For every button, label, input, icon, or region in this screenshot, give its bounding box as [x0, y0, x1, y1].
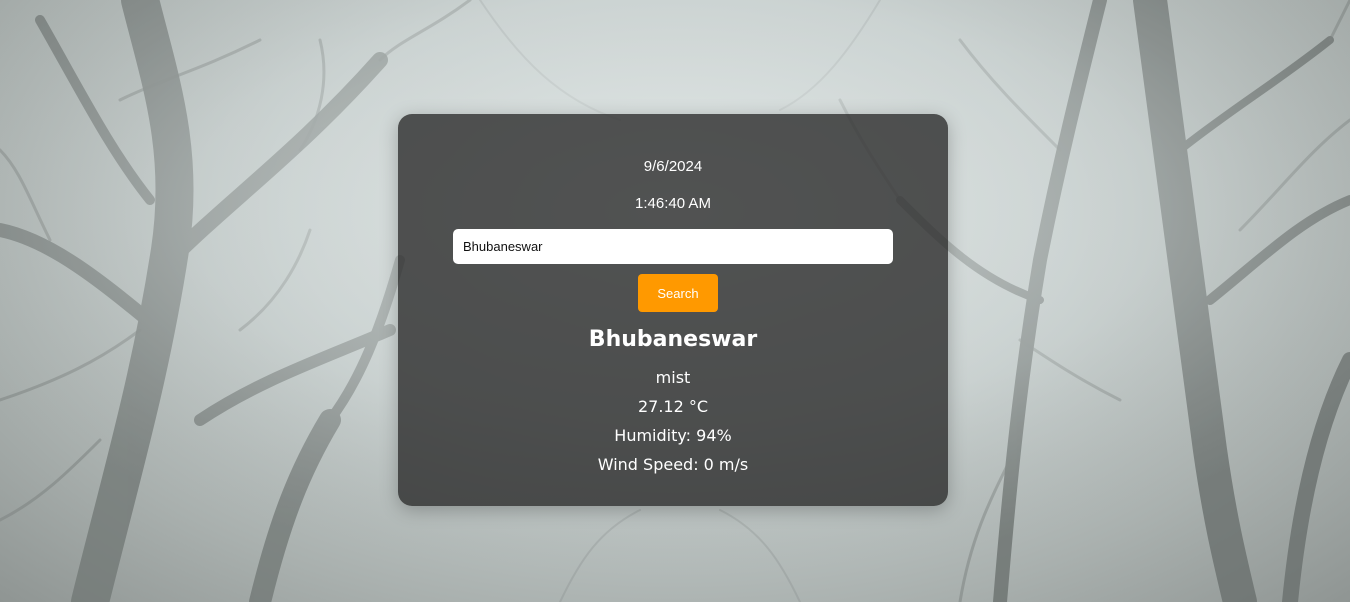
humidity: Humidity: 94% [614, 426, 732, 445]
weather-description: mist [655, 368, 691, 387]
city-name: Bhubaneswar [588, 327, 758, 352]
search-button[interactable]: Search [638, 274, 718, 312]
wind-speed: Wind Speed: 0 m/s [597, 455, 749, 474]
current-date: 9/6/2024 [643, 158, 703, 175]
temperature: 27.12 °C [637, 397, 709, 416]
weather-card: 9/6/2024 1:46:40 AM Search Bhubaneswar m… [398, 114, 948, 506]
current-time: 1:46:40 AM [635, 195, 711, 212]
city-search-input[interactable] [453, 229, 893, 264]
